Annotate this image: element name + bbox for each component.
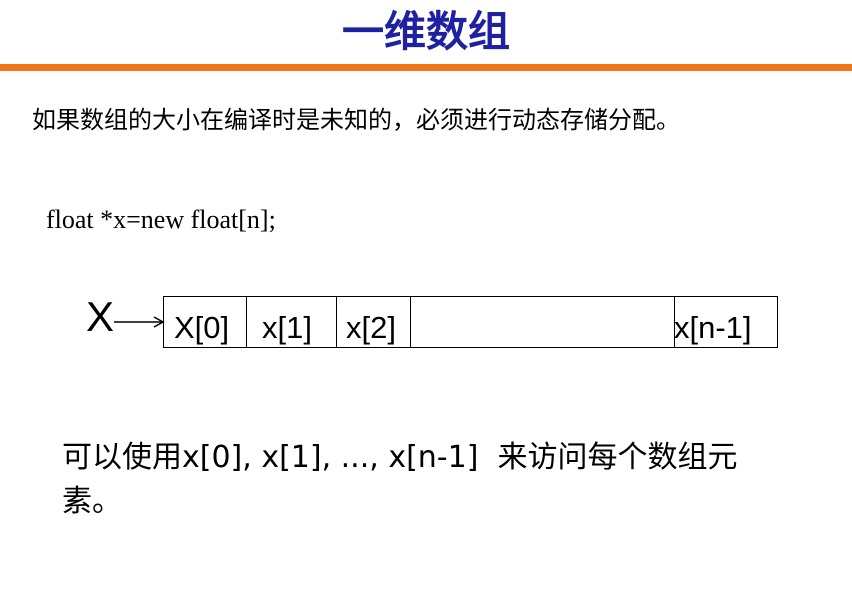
slide-title: 一维数组 xyxy=(341,7,510,56)
pointer-arrow xyxy=(114,316,165,328)
title-divider xyxy=(0,64,852,71)
footer-line-1: 可以使用x[0], x[1], ..., x[n-1] 来访问每个数组元 xyxy=(62,440,738,475)
cell-divider xyxy=(336,297,337,347)
cell-divider xyxy=(410,297,411,347)
pointer-variable-label: X xyxy=(86,293,115,340)
array-diagram: X[0] x[1] x[2] x[n-1] xyxy=(163,296,778,348)
array-cell-1: x[1] xyxy=(262,310,312,345)
footer-line-2: 素。 xyxy=(62,484,122,519)
footer-text: 可以使用x[0], x[1], ..., x[n-1] 来访问每个数组元 素。 xyxy=(62,436,832,524)
cell-divider xyxy=(246,297,247,347)
array-cell-0: X[0] xyxy=(174,310,230,345)
array-cell-last: x[n-1] xyxy=(674,310,752,345)
code-snippet: float *x=new float[n]; xyxy=(46,205,276,234)
array-cell-2: x[2] xyxy=(346,310,396,345)
intro-text: 如果数组的大小在编译时是未知的，必须进行动态存储分配。 xyxy=(32,106,680,134)
